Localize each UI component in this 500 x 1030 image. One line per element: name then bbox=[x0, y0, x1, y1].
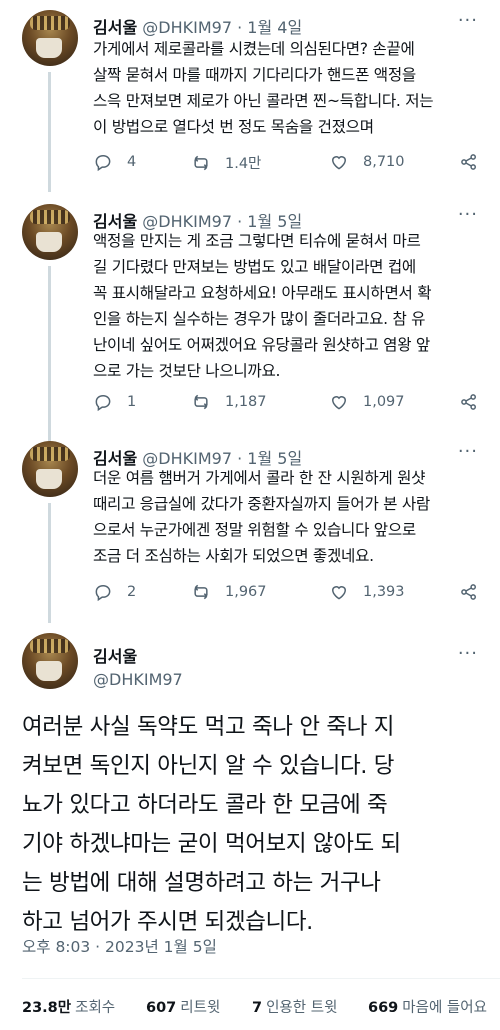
stat-number: 669 bbox=[368, 1000, 399, 1016]
tweet-thread: 김서울 @DHKIM97 · 1월 4일 ··· 가게에서 제로콜라를 시켰는데… bbox=[0, 0, 500, 1030]
stat-retweets[interactable]: 607 리트윗 bbox=[146, 996, 220, 1017]
avatar[interactable] bbox=[22, 633, 78, 689]
author-handle[interactable]: @DHKIM97 bbox=[93, 670, 183, 689]
stat-number: 607 bbox=[146, 1000, 177, 1016]
stat-quotes[interactable]: 7 인용한 트윗 bbox=[252, 996, 337, 1017]
stat-likes[interactable]: 669 마음에 들어요 bbox=[368, 996, 487, 1017]
stat-number: 23.8만 bbox=[22, 1000, 72, 1016]
stat-label: 인용한 트윗 bbox=[266, 1000, 338, 1016]
stat-views[interactable]: 23.8만 조회수 bbox=[22, 996, 115, 1017]
more-options-button[interactable]: ··· bbox=[458, 643, 478, 664]
stat-number: 7 bbox=[252, 1000, 263, 1016]
main-tweet: 김서울 @DHKIM97 ··· 여러분 사실 독약도 먹고 죽나 안 죽나 지… bbox=[0, 0, 500, 1030]
stat-label: 조회수 bbox=[75, 1000, 116, 1016]
divider bbox=[22, 978, 500, 979]
stat-label: 리트윗 bbox=[180, 1000, 221, 1016]
tweet-text: 여러분 사실 독약도 먹고 죽나 안 죽나 지 켜보면 독인지 아닌지 알 수 … bbox=[22, 714, 401, 935]
stat-label: 마음에 들어요 bbox=[402, 1000, 487, 1016]
tweet-timestamp[interactable]: 오후 8:03 · 2023년 1월 5일 bbox=[22, 935, 217, 957]
author-name[interactable]: 김서울 bbox=[93, 643, 137, 667]
